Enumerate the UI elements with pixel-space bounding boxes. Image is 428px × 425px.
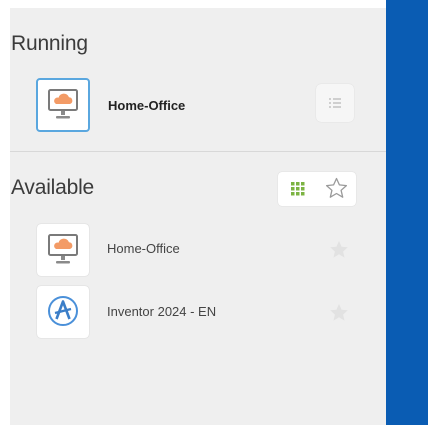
- content-panel-edge: [386, 0, 428, 425]
- inventor-logo: [48, 296, 78, 326]
- view-toggle-group: [278, 172, 356, 206]
- favorites-filter-button[interactable]: [317, 172, 356, 206]
- available-app-row[interactable]: Inventor 2024 - EN: [10, 286, 386, 346]
- running-section-title: Running: [11, 32, 88, 55]
- autodesk-inventor-icon[interactable]: [37, 286, 89, 338]
- monitor-cloud-graphic: [48, 234, 78, 264]
- monitor-cloud-graphic: [48, 89, 78, 119]
- running-app-row[interactable]: Home-Office: [10, 78, 386, 138]
- grid-view-button[interactable]: [278, 172, 317, 206]
- favorite-star-icon[interactable]: [328, 302, 350, 324]
- app-menu-button[interactable]: [316, 84, 354, 122]
- available-app-label: Inventor 2024 - EN: [107, 304, 217, 319]
- app-window: Running Home-Office Available Home-Offic…: [0, 0, 428, 425]
- grid-icon: [291, 182, 305, 196]
- available-app-row[interactable]: Home-Office: [10, 224, 386, 284]
- available-app-label: Home-Office: [107, 241, 180, 256]
- star-filled-icon: [330, 241, 348, 258]
- monitor-cloud-icon[interactable]: [36, 78, 90, 132]
- app-list-panel: Running Home-Office Available Home-Offic…: [10, 8, 387, 425]
- list-icon: [329, 98, 341, 108]
- monitor-cloud-icon[interactable]: [37, 224, 89, 276]
- favorite-star-icon[interactable]: [328, 239, 350, 261]
- section-divider: [10, 151, 386, 152]
- star-filled-icon: [330, 304, 348, 321]
- available-section-title: Available: [11, 176, 95, 199]
- star-outline-icon: [325, 177, 348, 198]
- running-app-label: Home-Office: [108, 98, 186, 113]
